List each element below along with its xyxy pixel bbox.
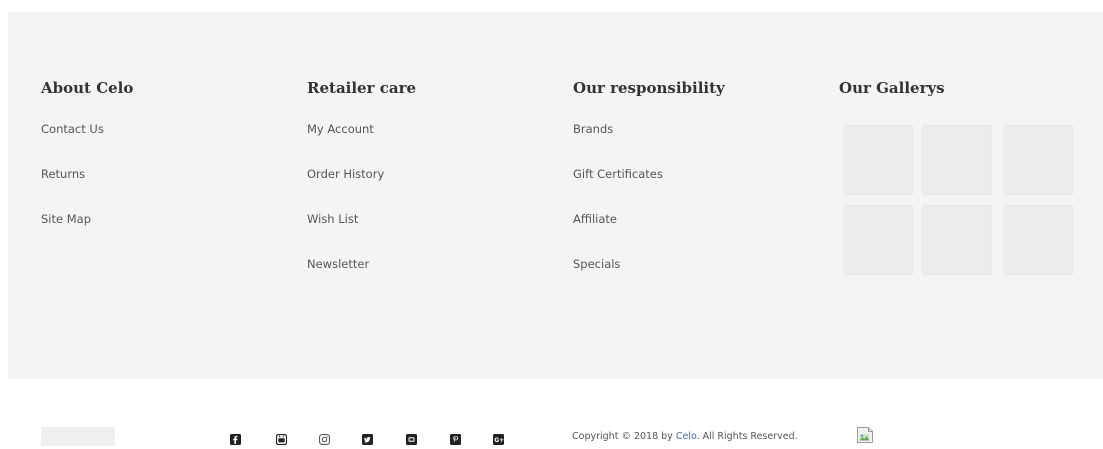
gallery-thumbnail[interactable] bbox=[922, 205, 992, 275]
footer-link-returns[interactable]: Returns bbox=[41, 167, 133, 212]
footer-column-responsibility: Our responsibility Brands Gift Certifica… bbox=[573, 78, 725, 302]
footer-column-retailer-care: Retailer care My Account Order History W… bbox=[307, 78, 416, 302]
gallery-thumbnail[interactable] bbox=[922, 125, 992, 195]
gallery-thumbnail[interactable] bbox=[1003, 125, 1073, 195]
copyright-prefix: Copyright © 2018 by bbox=[572, 431, 676, 442]
youtube-icon[interactable] bbox=[275, 430, 288, 446]
footer-logo[interactable] bbox=[41, 427, 115, 446]
copyright-suffix: . All Rights Reserved. bbox=[696, 431, 798, 442]
column-title: Our Gallerys bbox=[839, 79, 945, 97]
link-list: Brands Gift Certificates Affiliate Speci… bbox=[573, 122, 725, 302]
pinterest-icon[interactable] bbox=[450, 430, 461, 445]
copyright-text: Copyright © 2018 by Celo. All Rights Res… bbox=[572, 431, 798, 443]
google-plus-icon[interactable]: G+ bbox=[493, 430, 504, 445]
column-title: Retailer care bbox=[307, 79, 417, 97]
footer-link-my-account[interactable]: My Account bbox=[307, 122, 416, 167]
link-list: My Account Order History Wish List Newsl… bbox=[307, 122, 416, 302]
instagram-icon[interactable] bbox=[319, 430, 330, 445]
gallery-thumbnail[interactable] bbox=[1003, 205, 1073, 275]
footer-link-order-history[interactable]: Order History bbox=[307, 167, 416, 212]
gallery-thumbnail[interactable] bbox=[843, 125, 913, 195]
brand-link[interactable]: Celo bbox=[676, 431, 697, 442]
footer-link-specials[interactable]: Specials bbox=[573, 257, 725, 302]
footer-link-affiliate[interactable]: Affiliate bbox=[573, 212, 725, 257]
footer-link-brands[interactable]: Brands bbox=[573, 122, 725, 167]
footer-link-wish-list[interactable]: Wish List bbox=[307, 212, 416, 257]
footer-bottom-bar: G+ Copyright © 2018 by Celo. All Rights … bbox=[0, 379, 1103, 446]
footer-link-gift-certificates[interactable]: Gift Certificates bbox=[573, 167, 725, 212]
footer-column-about: About Celo Contact Us Returns Site Map bbox=[41, 78, 133, 257]
link-list: Contact Us Returns Site Map bbox=[41, 122, 133, 257]
svg-text:G+: G+ bbox=[494, 437, 504, 444]
gallery-thumbnail[interactable] bbox=[843, 205, 913, 275]
footer-link-newsletter[interactable]: Newsletter bbox=[307, 257, 416, 302]
column-title: About Celo bbox=[41, 79, 134, 97]
footer-link-contact-us[interactable]: Contact Us bbox=[41, 122, 133, 167]
gallery-grid bbox=[843, 125, 1079, 279]
column-title: Our responsibility bbox=[573, 79, 725, 97]
vimeo-icon[interactable] bbox=[406, 430, 417, 445]
broken-image-icon bbox=[856, 426, 874, 444]
footer-column-gallery: Our Gallerys bbox=[839, 78, 945, 122]
twitter-icon[interactable] bbox=[362, 430, 373, 445]
footer-link-site-map[interactable]: Site Map bbox=[41, 212, 133, 257]
footer-main: About Celo Contact Us Returns Site Map R… bbox=[8, 12, 1103, 379]
facebook-icon[interactable] bbox=[230, 430, 241, 445]
